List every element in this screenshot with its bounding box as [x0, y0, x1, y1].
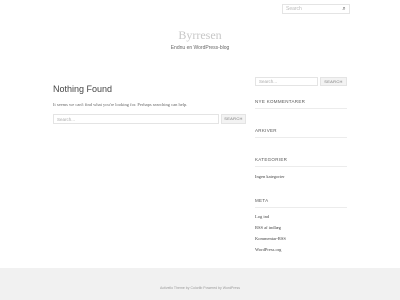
widget-title-categories: KATEGORIER [255, 157, 288, 162]
content-search-button[interactable]: SEARCH [221, 114, 246, 124]
widget-divider [255, 166, 347, 167]
widget-title-meta: META [255, 198, 269, 203]
site-description: Endnu en WordPress-blog [170, 45, 230, 51]
sidebar-search-button[interactable]: SEARCH [320, 77, 347, 86]
page-title: Nothing Found [53, 84, 113, 94]
site-title[interactable]: Byrresen [0, 28, 400, 43]
nothing-found-message: It seems we can't find what you're looki… [53, 102, 188, 107]
site-footer [0, 268, 400, 300]
search-icon[interactable]: ⌕ [338, 4, 350, 14]
meta-link-comments-rss[interactable]: Kommentar-RSS [255, 236, 286, 241]
widget-divider [255, 207, 347, 208]
top-bar: Search ⌕ [0, 0, 400, 18]
widget-divider [255, 137, 347, 138]
widget-divider [255, 108, 347, 109]
meta-link-login[interactable]: Log ind [255, 214, 269, 219]
meta-link-entries-rss[interactable]: RSS af indlæg [255, 225, 281, 230]
category-item: Ingen kategorier [255, 174, 285, 179]
footer-credits: Activello Theme by Colorlib Powered by W… [159, 286, 240, 290]
content-search-input[interactable]: Search... [53, 114, 219, 124]
widget-title-archives: ARKIVER [255, 128, 277, 133]
widget-title-recent-comments: NYE KOMMENTARER [255, 99, 306, 104]
sidebar-search-input[interactable]: Search... [255, 77, 318, 86]
meta-link-wordpress-org[interactable]: WordPress.org [255, 247, 281, 252]
